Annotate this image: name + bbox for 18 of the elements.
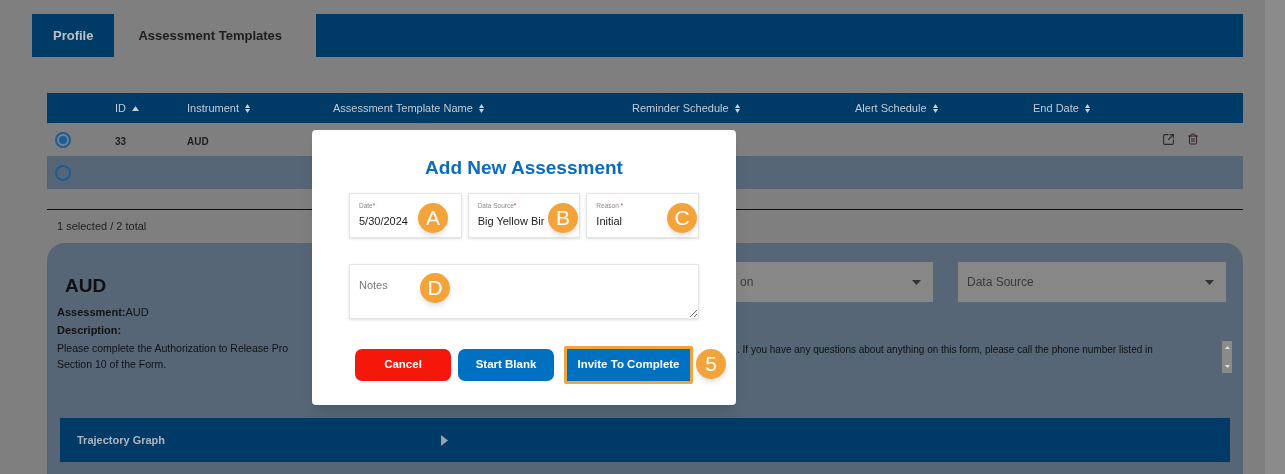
selection-count: 1 selected / 2 total	[57, 220, 147, 232]
field-value: 5/30/2024	[359, 214, 408, 229]
description-text: . If you have any questions about anything on this form, please call the phone number listed in	[737, 343, 1154, 357]
field-value: Initial	[596, 214, 623, 229]
assessment-label: Assessment:AUD	[57, 306, 149, 318]
callout-badge: B	[548, 203, 578, 233]
callout-badge: C	[667, 203, 697, 233]
table-cell: AUD	[187, 135, 209, 147]
callout-badge: 5	[696, 349, 726, 379]
field-value: Big Yellow Bir	[477, 214, 545, 229]
callout-badge: A	[418, 203, 448, 233]
description-label: Description:	[57, 324, 122, 336]
modal-title: Add New Assessment	[425, 156, 623, 180]
description-text: Please complete the Authorization to Release Pro	[57, 341, 290, 356]
description-text: Section 10 of the Form.	[57, 357, 168, 372]
callout-badge: D	[420, 273, 450, 303]
detail-title: AUD	[64, 273, 107, 298]
table-cell: 33	[115, 135, 127, 147]
